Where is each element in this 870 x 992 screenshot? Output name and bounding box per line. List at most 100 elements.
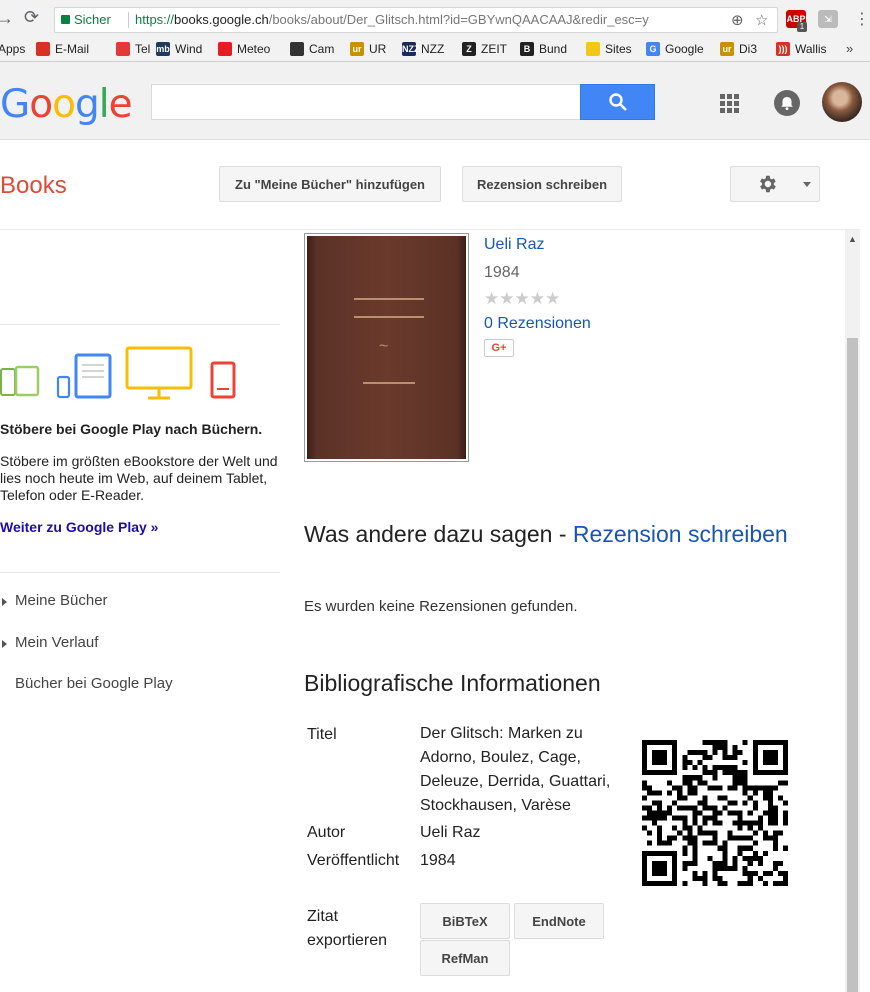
qr-module bbox=[672, 745, 678, 751]
google-g-icon: G bbox=[646, 42, 660, 56]
qr-module bbox=[682, 815, 688, 821]
qr-module bbox=[647, 850, 653, 856]
qr-module bbox=[742, 760, 748, 766]
qr-module bbox=[782, 800, 788, 806]
sidebar-item-my-books[interactable]: Meine Bücher bbox=[0, 592, 200, 612]
rating-stars[interactable]: ★★★★★ bbox=[484, 289, 560, 309]
url-text[interactable]: https://books.google.ch/books/about/Der_… bbox=[135, 12, 649, 27]
reload-icon[interactable]: ⟳ bbox=[24, 7, 39, 28]
sidebar-item-label: Mein Verlauf bbox=[15, 634, 99, 651]
notifications-bell-icon[interactable] bbox=[774, 90, 800, 116]
qr-module bbox=[677, 815, 683, 821]
qr-module bbox=[707, 785, 713, 791]
bookmark-bund[interactable]: B Bund bbox=[520, 42, 567, 56]
bookmark-nzz[interactable]: NZZ NZZ bbox=[402, 42, 444, 56]
qr-module bbox=[652, 810, 658, 816]
pdf-extension-icon[interactable]: ⇲ bbox=[818, 10, 838, 28]
add-to-my-books-button[interactable]: Zu "Meine Bücher" hinzufügen bbox=[219, 166, 441, 202]
bookmark-apps[interactable]: Apps bbox=[0, 42, 25, 56]
qr-module bbox=[752, 785, 758, 791]
bookmark-di3[interactable]: ur Di3 bbox=[720, 42, 757, 56]
google-play-link[interactable]: Weiter zu Google Play » bbox=[0, 519, 158, 535]
bookmark-sites[interactable]: Sites bbox=[586, 42, 632, 56]
bookmark-cam[interactable]: Cam bbox=[290, 42, 334, 56]
qr-module bbox=[752, 830, 758, 836]
qr-module bbox=[682, 865, 688, 871]
qr-module bbox=[682, 765, 688, 771]
search-button[interactable] bbox=[580, 84, 655, 120]
qr-module bbox=[697, 810, 703, 816]
browser-menu-icon[interactable]: ⋮ bbox=[854, 9, 870, 29]
qr-module bbox=[717, 880, 723, 886]
qr-module bbox=[782, 740, 788, 746]
sidebar-item-play-books[interactable]: Bücher bei Google Play bbox=[15, 675, 173, 692]
qr-module bbox=[657, 840, 663, 846]
qr-module bbox=[777, 830, 783, 836]
google-plus-share-button[interactable]: G+ bbox=[484, 339, 514, 357]
qr-module bbox=[762, 760, 768, 766]
bookmarks-bar: Apps E-Mail Tel mb Wind Meteo Cam ur UR NZZ NZZ Z ZE… bbox=[0, 38, 870, 62]
bookmark-google[interactable]: G Google bbox=[646, 42, 704, 56]
bookmark-star-icon[interactable]: ☆ bbox=[755, 11, 768, 29]
scrollbar-thumb[interactable] bbox=[847, 338, 858, 992]
qr-module bbox=[752, 820, 758, 826]
sidebar-divider bbox=[0, 572, 280, 573]
qr-module bbox=[757, 815, 763, 821]
secure-indicator[interactable]: Sicher bbox=[61, 12, 111, 27]
write-review-link[interactable]: Rezension schreiben bbox=[573, 521, 788, 547]
scroll-up-arrow-icon[interactable]: ▲ bbox=[848, 234, 857, 244]
cover-ornament bbox=[354, 316, 424, 318]
bookmark-wind[interactable]: mb Wind bbox=[156, 42, 202, 56]
books-title[interactable]: Books bbox=[0, 172, 67, 200]
google-logo[interactable]: Google bbox=[0, 82, 133, 127]
devices-illustration-icon bbox=[0, 346, 236, 400]
bib-author-link[interactable]: Ueli Raz bbox=[420, 821, 480, 845]
qr-module bbox=[722, 750, 728, 756]
write-review-button[interactable]: Rezension schreiben bbox=[462, 166, 622, 202]
qr-module bbox=[737, 835, 743, 841]
qr-module bbox=[712, 750, 718, 756]
bib-published-label: Veröffentlicht bbox=[307, 852, 400, 869]
qr-module bbox=[692, 850, 698, 856]
qr-module bbox=[682, 845, 688, 851]
search-input[interactable] bbox=[151, 84, 581, 120]
qr-module bbox=[737, 850, 743, 856]
qr-module bbox=[747, 875, 753, 881]
reviews-count-link[interactable]: 0 Rezensionen bbox=[484, 315, 591, 333]
qr-module bbox=[692, 775, 698, 781]
qr-module bbox=[657, 815, 663, 821]
bibtex-button[interactable]: BiBTeX bbox=[420, 903, 510, 939]
bookmark-meteo[interactable]: Meteo bbox=[218, 42, 270, 56]
apps-grid-icon[interactable] bbox=[720, 94, 740, 114]
address-bar[interactable]: Sicher https://books.google.ch/books/abo… bbox=[54, 7, 778, 33]
qr-module bbox=[672, 815, 678, 821]
qr-module bbox=[712, 860, 718, 866]
qr-module bbox=[712, 770, 718, 776]
qr-module bbox=[752, 800, 758, 806]
bookmark-wallis[interactable]: ))) Wallis bbox=[776, 42, 827, 56]
forward-arrow-icon[interactable]: → bbox=[0, 8, 14, 29]
qr-module bbox=[742, 880, 748, 886]
zoom-icon[interactable]: ⊕ bbox=[731, 11, 744, 29]
bookmark-zeit[interactable]: Z ZEIT bbox=[462, 42, 507, 56]
endnote-button[interactable]: EndNote bbox=[514, 903, 604, 939]
bookmark-ur[interactable]: ur UR bbox=[350, 42, 386, 56]
bookmark-tel[interactable]: Tel bbox=[116, 42, 150, 56]
qr-module bbox=[712, 805, 718, 811]
bookmark-e-mail[interactable]: E-Mail bbox=[36, 42, 89, 56]
settings-button[interactable] bbox=[730, 166, 820, 202]
qr-module bbox=[757, 855, 763, 861]
author-link[interactable]: Ueli Raz bbox=[484, 236, 544, 254]
qr-module bbox=[732, 745, 738, 751]
qr-module bbox=[672, 855, 678, 861]
qr-module bbox=[677, 785, 683, 791]
qr-module bbox=[747, 855, 753, 861]
more-bookmarks-icon[interactable]: » bbox=[846, 41, 853, 56]
avatar[interactable] bbox=[822, 82, 862, 122]
refman-button[interactable]: RefMan bbox=[420, 940, 510, 976]
qr-module bbox=[767, 810, 773, 816]
sidebar-item-history[interactable]: Mein Verlauf bbox=[0, 634, 200, 654]
qr-module bbox=[737, 750, 743, 756]
qr-module bbox=[722, 880, 728, 886]
book-cover[interactable]: ~ bbox=[304, 233, 469, 462]
